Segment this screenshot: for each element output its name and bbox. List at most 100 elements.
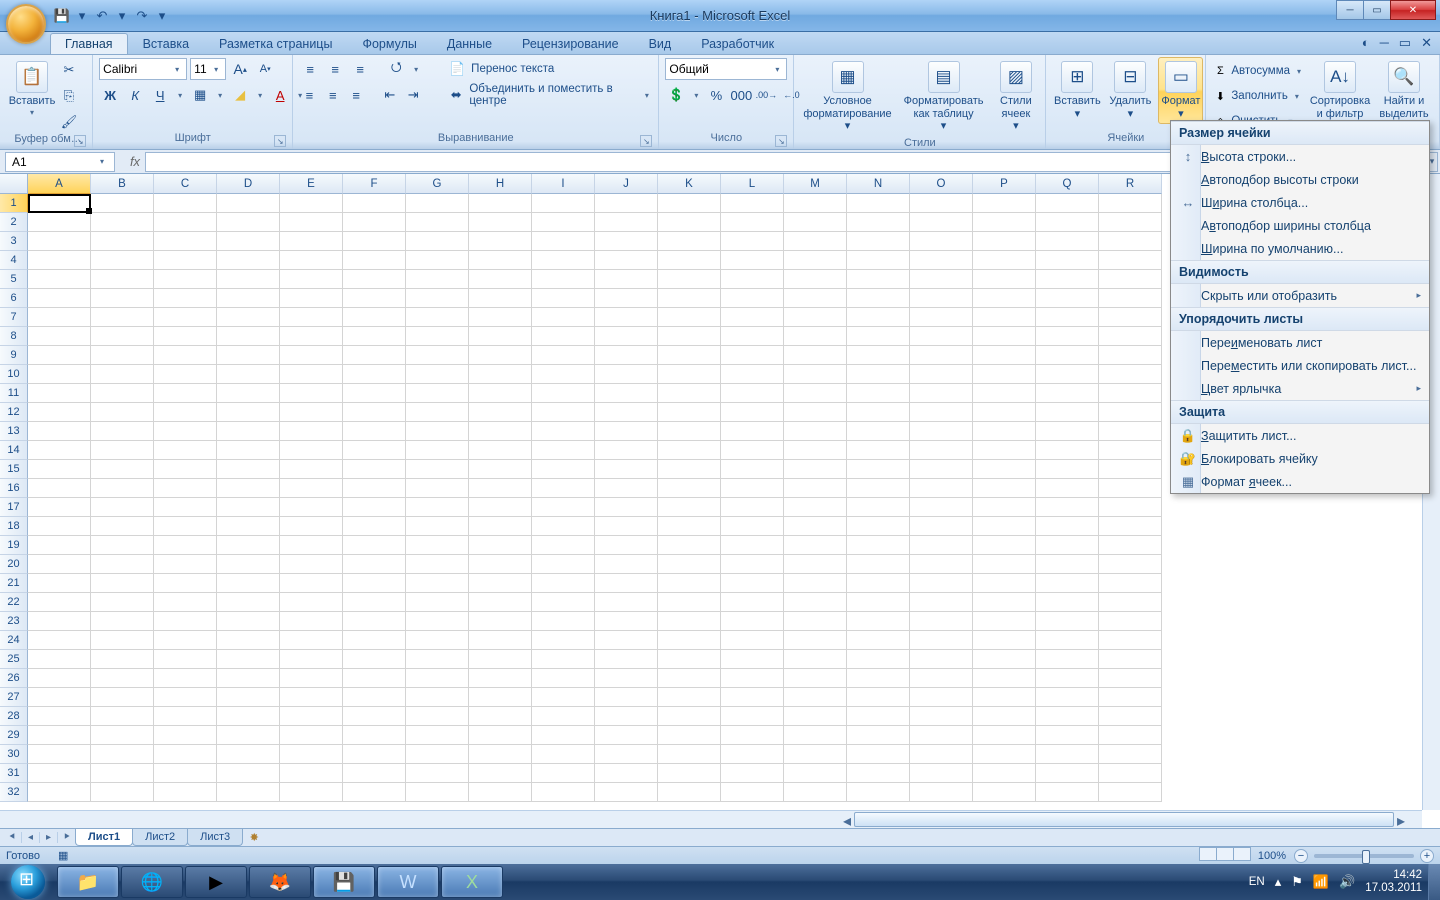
cell[interactable] — [154, 403, 217, 422]
cell[interactable] — [469, 745, 532, 764]
sheet-nav[interactable]: ⯇◂▸⯈ — [4, 832, 76, 843]
cell[interactable] — [658, 669, 721, 688]
cell[interactable] — [217, 536, 280, 555]
cell[interactable] — [406, 270, 469, 289]
cell[interactable] — [406, 764, 469, 783]
cell[interactable] — [973, 669, 1036, 688]
cell[interactable] — [532, 783, 595, 802]
menu-tab-color[interactable]: Цвет ярлычка▸ — [1171, 377, 1429, 400]
cell[interactable] — [532, 498, 595, 517]
cell[interactable] — [532, 669, 595, 688]
cell[interactable] — [721, 517, 784, 536]
cell[interactable] — [595, 726, 658, 745]
cell[interactable] — [469, 289, 532, 308]
cell[interactable] — [1099, 574, 1162, 593]
cell[interactable] — [469, 365, 532, 384]
cell[interactable] — [532, 745, 595, 764]
cell[interactable] — [910, 707, 973, 726]
tab-data[interactable]: Данные — [432, 33, 507, 54]
orientation[interactable]: ⭯ — [385, 58, 407, 80]
col-L[interactable]: L — [721, 174, 784, 194]
cell[interactable] — [343, 726, 406, 745]
cell[interactable] — [28, 270, 91, 289]
col-Q[interactable]: Q — [1036, 174, 1099, 194]
cell[interactable] — [1099, 536, 1162, 555]
cell[interactable] — [973, 194, 1036, 213]
cell[interactable] — [784, 726, 847, 745]
cell[interactable] — [784, 707, 847, 726]
cell[interactable] — [721, 422, 784, 441]
cell[interactable] — [28, 327, 91, 346]
cell[interactable] — [280, 441, 343, 460]
cell[interactable] — [343, 745, 406, 764]
cell[interactable] — [784, 536, 847, 555]
cell[interactable] — [343, 327, 406, 346]
cell[interactable] — [343, 460, 406, 479]
cell[interactable] — [28, 289, 91, 308]
cell[interactable] — [595, 745, 658, 764]
cell[interactable] — [91, 346, 154, 365]
cell[interactable] — [595, 460, 658, 479]
cell[interactable] — [847, 441, 910, 460]
cell[interactable] — [91, 403, 154, 422]
cell[interactable] — [721, 479, 784, 498]
cell[interactable] — [910, 745, 973, 764]
font-color[interactable]: A — [269, 84, 291, 106]
cell[interactable] — [28, 574, 91, 593]
cell[interactable] — [343, 688, 406, 707]
cell[interactable] — [154, 783, 217, 802]
cell[interactable] — [154, 669, 217, 688]
cell[interactable] — [1099, 593, 1162, 612]
cell[interactable] — [1036, 346, 1099, 365]
cell[interactable] — [973, 688, 1036, 707]
cell[interactable] — [280, 270, 343, 289]
cell[interactable] — [91, 422, 154, 441]
doc-restore[interactable]: ▭ — [1399, 35, 1411, 51]
paste-button[interactable]: 📋 Вставить ▾ — [10, 57, 54, 121]
cell[interactable] — [469, 460, 532, 479]
cell[interactable] — [1036, 688, 1099, 707]
cell[interactable] — [28, 403, 91, 422]
cell[interactable] — [154, 479, 217, 498]
cell[interactable] — [847, 517, 910, 536]
cell[interactable] — [28, 555, 91, 574]
cell[interactable] — [91, 764, 154, 783]
zoom-in[interactable]: + — [1420, 849, 1434, 863]
conditional-formatting[interactable]: ▦Условное форматирование ▾ — [800, 57, 894, 137]
merge-more[interactable]: ▾ — [641, 91, 652, 100]
cell[interactable] — [217, 422, 280, 441]
cell[interactable] — [910, 669, 973, 688]
cell[interactable] — [154, 517, 217, 536]
fill[interactable]: Заполнить — [1231, 90, 1287, 102]
cell[interactable] — [1099, 422, 1162, 441]
cell[interactable] — [847, 574, 910, 593]
cell[interactable] — [721, 365, 784, 384]
cell[interactable] — [28, 783, 91, 802]
cell[interactable] — [469, 688, 532, 707]
cell[interactable] — [721, 555, 784, 574]
cell[interactable] — [91, 194, 154, 213]
cell[interactable] — [847, 650, 910, 669]
cell[interactable] — [469, 194, 532, 213]
cell[interactable] — [154, 251, 217, 270]
cell[interactable] — [1036, 460, 1099, 479]
cell[interactable] — [658, 422, 721, 441]
cell[interactable] — [595, 650, 658, 669]
cell[interactable] — [28, 460, 91, 479]
cell[interactable] — [721, 498, 784, 517]
row-18[interactable]: 18 — [0, 517, 28, 536]
cell[interactable] — [217, 194, 280, 213]
cell[interactable] — [847, 745, 910, 764]
cell[interactable] — [595, 346, 658, 365]
cell[interactable] — [469, 593, 532, 612]
cell[interactable] — [1099, 688, 1162, 707]
cell[interactable] — [91, 783, 154, 802]
cell[interactable] — [28, 593, 91, 612]
cell[interactable] — [28, 422, 91, 441]
cell[interactable] — [91, 479, 154, 498]
cell[interactable] — [847, 498, 910, 517]
fill-more[interactable]: ▾ — [254, 91, 266, 100]
cell[interactable] — [973, 213, 1036, 232]
cell[interactable] — [406, 232, 469, 251]
percent[interactable]: % — [705, 84, 727, 106]
